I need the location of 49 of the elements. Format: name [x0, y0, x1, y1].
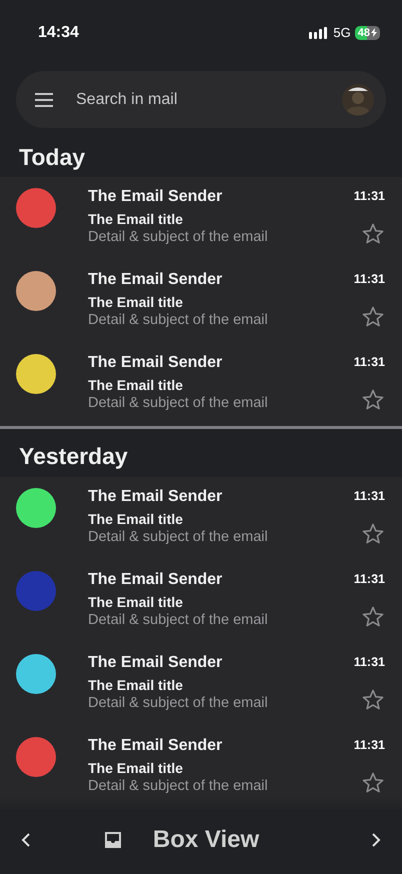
- email-row[interactable]: The Email Sender The Email title Detail & subject of the email 11:31: [0, 177, 402, 260]
- star-icon[interactable]: [361, 305, 385, 329]
- star-icon[interactable]: [361, 388, 385, 412]
- search-bar[interactable]: Search in mail: [16, 71, 386, 128]
- star-icon[interactable]: [361, 222, 385, 246]
- search-field[interactable]: Search in mail: [74, 90, 322, 110]
- view-title: Box View: [152, 826, 260, 854]
- email-title: The Email title: [88, 294, 184, 311]
- status-time: 14:34: [38, 24, 79, 42]
- chevron-right-icon: [370, 832, 382, 848]
- star-icon[interactable]: [361, 771, 385, 795]
- email-time: 11:31: [354, 189, 385, 203]
- email-title: The Email title: [88, 211, 184, 228]
- email-detail: Detail & subject of the email: [88, 777, 269, 795]
- inbox-icon: [102, 830, 123, 850]
- email-detail: Detail & subject of the email: [88, 694, 269, 712]
- email-time: 11:31: [354, 738, 385, 752]
- email-detail: Detail & subject of the email: [88, 528, 269, 546]
- email-row[interactable]: The Email Sender The Email title Detail & subject of the email 11:31: [0, 477, 402, 560]
- email-time: 11:31: [354, 272, 385, 286]
- avatar-icon[interactable]: [342, 84, 374, 116]
- star-icon[interactable]: [361, 688, 385, 712]
- email-time: 11:31: [354, 655, 385, 669]
- email-detail: Detail & subject of the email: [88, 311, 269, 329]
- email-title: The Email title: [88, 677, 184, 694]
- email-row[interactable]: The Email Sender The Email title Detail & subject of the email 11:31: [0, 726, 402, 809]
- email-title: The Email title: [88, 511, 184, 528]
- star-icon[interactable]: [361, 605, 385, 629]
- email-title: The Email title: [88, 760, 184, 777]
- network-label: 5G: [333, 25, 351, 40]
- email-row[interactable]: The Email Sender The Email title Detail & subject of the email 11:31: [0, 343, 402, 426]
- email-detail: Detail & subject of the email: [88, 228, 269, 246]
- menu-icon[interactable]: [34, 92, 54, 106]
- email-time: 11:31: [354, 572, 385, 586]
- email-time: 11:31: [354, 489, 385, 503]
- email-title: The Email title: [88, 377, 184, 394]
- email-detail: Detail & subject of the email: [88, 611, 269, 629]
- email-row[interactable]: The Email Sender The Email title Detail & subject of the email 11:31: [0, 560, 402, 643]
- battery-indicator: 48: [354, 26, 380, 40]
- section-heading: Today: [18, 143, 86, 172]
- section-heading: Yesterday: [18, 442, 129, 471]
- email-time: 11:31: [354, 355, 385, 369]
- chevron-left-icon: [20, 832, 32, 848]
- email-row[interactable]: The Email Sender The Email title Detail & subject of the email 11:31: [0, 260, 402, 343]
- email-row[interactable]: The Email Sender The Email title Detail & subject of the email 11:31: [0, 643, 402, 726]
- email-title: The Email title: [88, 594, 184, 611]
- star-icon[interactable]: [361, 522, 385, 546]
- signal-icon: [309, 26, 330, 38]
- email-detail: Detail & subject of the email: [88, 394, 269, 412]
